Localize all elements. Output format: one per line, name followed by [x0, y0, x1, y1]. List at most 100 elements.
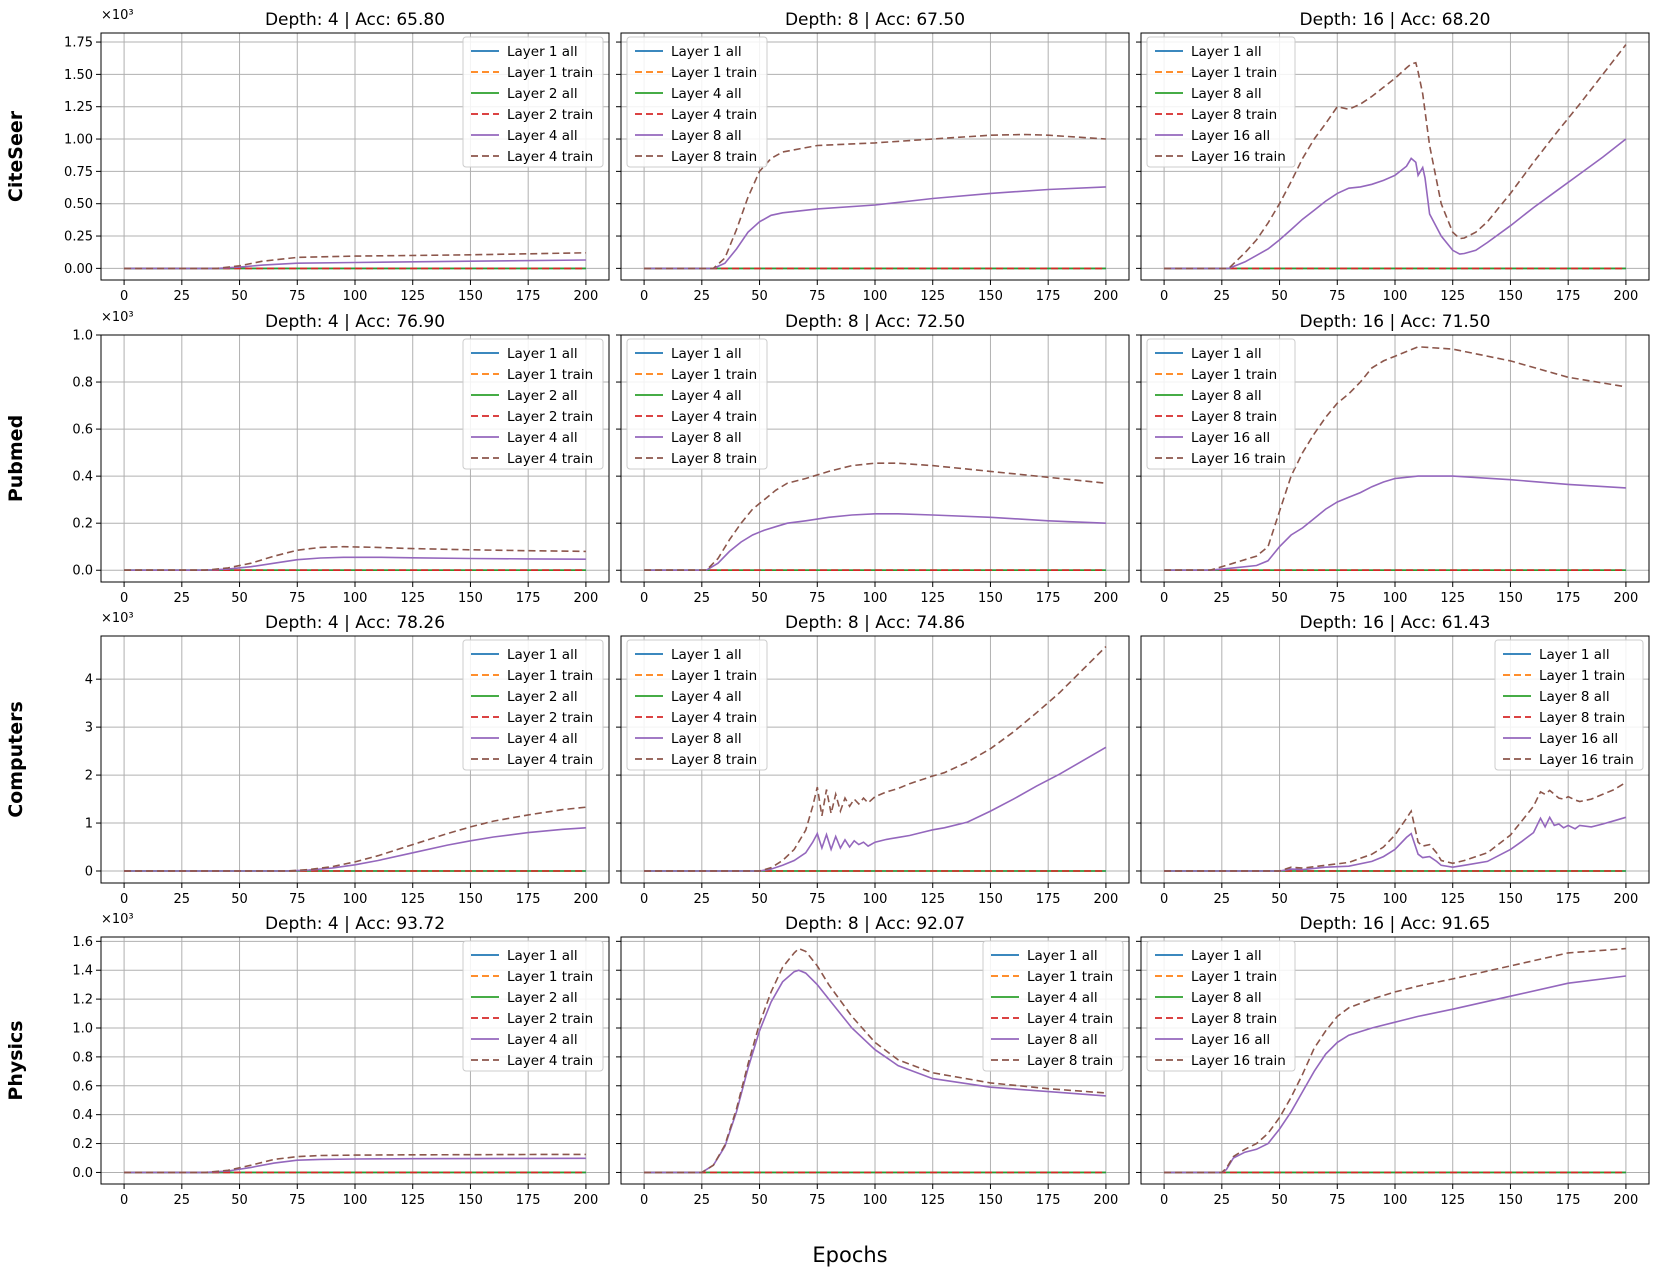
- x-tick-label: 125: [1440, 1193, 1465, 1208]
- y-offset-label: ×10³: [101, 310, 134, 325]
- legend-label: Layer 1 train: [1191, 969, 1277, 985]
- x-tick-label: 50: [751, 591, 768, 606]
- x-tick-label: 50: [751, 289, 768, 304]
- subplot-grid: 0 25 50 75 100 125 150 175 2000.000.250.500.751.…: [64, 8, 1650, 1208]
- x-tick-label: 100: [863, 892, 888, 907]
- legend-label: Layer 16 train: [1191, 149, 1286, 165]
- y-tick-label: 1.0: [72, 329, 93, 344]
- x-tick-label: 50: [1271, 289, 1288, 304]
- x-tick-label: 125: [400, 289, 425, 304]
- y-tick-label: 0.8: [72, 1050, 93, 1065]
- x-tick-label: 50: [1271, 591, 1288, 606]
- legend-label: Layer 4 train: [507, 451, 593, 467]
- legend: Layer 1 all Layer 1 train Layer 2 all Layer…: [462, 940, 604, 1072]
- legend-label: Layer 4 all: [507, 1032, 578, 1048]
- y-tick-label: 2: [85, 769, 93, 784]
- legend-label: Layer 1 train: [1191, 367, 1277, 383]
- x-tick-label: 175: [1036, 892, 1061, 907]
- x-tick-label: 50: [231, 892, 248, 907]
- subplot-title: Depth: 8 | Acc: 74.86: [785, 613, 965, 633]
- legend: Layer 1 all Layer 1 train Layer 4 all Layer…: [982, 940, 1124, 1072]
- x-tick-label: 50: [1271, 1193, 1288, 1208]
- x-tick-label: 75: [809, 289, 826, 304]
- x-tick-label: 200: [1093, 591, 1118, 606]
- legend: Layer 1 all Layer 1 train Layer 2 all Layer…: [462, 639, 604, 771]
- x-tick-label: 25: [1214, 1193, 1231, 1208]
- x-tick-label: 0: [640, 1193, 648, 1208]
- subplot-title: Depth: 8 | Acc: 67.50: [785, 10, 965, 30]
- x-tick-label: 50: [231, 591, 248, 606]
- subplot-title: Depth: 16 | Acc: 71.50: [1300, 312, 1491, 332]
- legend-label: Layer 16 all: [1191, 1032, 1270, 1048]
- legend-label: Layer 2 train: [507, 710, 593, 726]
- subplot-0-2: 0 25 50 75 100 125 150 175 200 Depth: 16 | Acc: 6…: [1136, 10, 1650, 304]
- subplot-2-2: 0 25 50 75 100 125 150 175 200 Depth: 16 | Acc: 6…: [1136, 613, 1650, 907]
- y-tick-label: 0.6: [72, 423, 93, 438]
- legend-label: Layer 1 train: [507, 668, 593, 684]
- figure-canvas: 0 25 50 75 100 125 150 175 2000.000.250.500.751.…: [5, 8, 1650, 1267]
- subplot-1-1: 0 25 50 75 100 125 150 175 200 Depth: 8 | Acc: 72…: [616, 312, 1130, 606]
- x-tick-label: 175: [1556, 892, 1581, 907]
- subplot-title: Depth: 4 | Acc: 93.72: [265, 914, 445, 934]
- subplot-1-2: 0 25 50 75 100 125 150 175 200 Depth: 16 | Acc: 7…: [1136, 312, 1650, 606]
- legend-label: Layer 8 train: [1539, 710, 1625, 726]
- legend-label: Layer 8 all: [1027, 1032, 1098, 1048]
- legend-label: Layer 1 train: [1027, 969, 1113, 985]
- legend-label: Layer 4 all: [507, 731, 578, 747]
- legend-label: Layer 8 all: [671, 731, 742, 747]
- x-tick-label: 150: [1498, 289, 1523, 304]
- legend-label: Layer 8 train: [671, 451, 757, 467]
- subplot-title: Depth: 8 | Acc: 92.07: [785, 914, 965, 934]
- legend-label: Layer 4 all: [507, 128, 578, 144]
- legend-label: Layer 16 all: [1539, 731, 1618, 747]
- subplot-3-2: 0 25 50 75 100 125 150 175 200 Depth: 16 | Acc: 9…: [1136, 914, 1650, 1208]
- row-label: Computers: [5, 701, 27, 818]
- subplot-title: Depth: 4 | Acc: 76.90: [265, 312, 445, 332]
- legend-label: Layer 2 all: [507, 689, 578, 705]
- x-tick-label: 100: [343, 289, 368, 304]
- legend-label: Layer 1 train: [1191, 65, 1277, 81]
- x-tick-label: 75: [1329, 289, 1346, 304]
- y-tick-label: 0: [85, 865, 93, 880]
- y-tick-label: 0.00: [64, 262, 93, 277]
- x-tick-label: 0: [1160, 892, 1168, 907]
- x-tick-label: 200: [1613, 289, 1638, 304]
- legend-label: Layer 1 all: [1027, 948, 1098, 964]
- legend: Layer 1 all Layer 1 train Layer 4 all Layer…: [626, 639, 768, 771]
- legend-label: Layer 16 train: [1191, 1053, 1286, 1069]
- legend: Layer 1 all Layer 1 train Layer 2 all Layer…: [462, 36, 604, 168]
- legend-label: Layer 4 all: [671, 86, 742, 102]
- legend-label: Layer 8 all: [1191, 990, 1262, 1006]
- x-tick-label: 150: [978, 289, 1003, 304]
- x-tick-label: 75: [809, 1193, 826, 1208]
- x-tick-label: 125: [1440, 591, 1465, 606]
- x-tick-label: 200: [573, 1193, 598, 1208]
- legend-label: Layer 8 train: [1191, 1011, 1277, 1027]
- legend-label: Layer 1 all: [1191, 948, 1262, 964]
- y-tick-label: 1.50: [64, 68, 93, 83]
- legend: Layer 1 all Layer 1 train Layer 4 all Layer…: [626, 338, 768, 470]
- x-tick-label: 100: [1383, 892, 1408, 907]
- legend-label: Layer 2 train: [507, 107, 593, 123]
- x-tick-label: 175: [1036, 1193, 1061, 1208]
- figure-xlabel: Epochs: [812, 1243, 887, 1267]
- x-tick-label: 25: [174, 591, 191, 606]
- y-tick-label: 0.4: [72, 1108, 93, 1123]
- legend-label: Layer 4 train: [507, 1053, 593, 1069]
- legend-label: Layer 2 all: [507, 388, 578, 404]
- y-offset-label: ×10³: [101, 8, 134, 23]
- x-tick-label: 175: [1036, 289, 1061, 304]
- x-tick-label: 25: [174, 289, 191, 304]
- x-tick-label: 25: [174, 892, 191, 907]
- x-tick-label: 125: [1440, 289, 1465, 304]
- x-tick-label: 50: [751, 1193, 768, 1208]
- row-labels: CiteSeer Pubmed Computers Physics: [5, 110, 27, 1100]
- x-tick-label: 175: [1036, 591, 1061, 606]
- legend-label: Layer 8 all: [1191, 388, 1262, 404]
- y-tick-label: 1.6: [72, 935, 93, 950]
- x-tick-label: 150: [1498, 892, 1523, 907]
- subplot-3-1: 0 25 50 75 100 125 150 175 200 Depth: 8 | Acc: 92…: [616, 914, 1130, 1208]
- y-tick-label: 1.4: [72, 964, 93, 979]
- subplot-3-0: 0 25 50 75 100 125 150 175 200 0.0 0.2 0.4 0.6 0.8 1.0…: [72, 912, 610, 1208]
- x-tick-label: 100: [343, 892, 368, 907]
